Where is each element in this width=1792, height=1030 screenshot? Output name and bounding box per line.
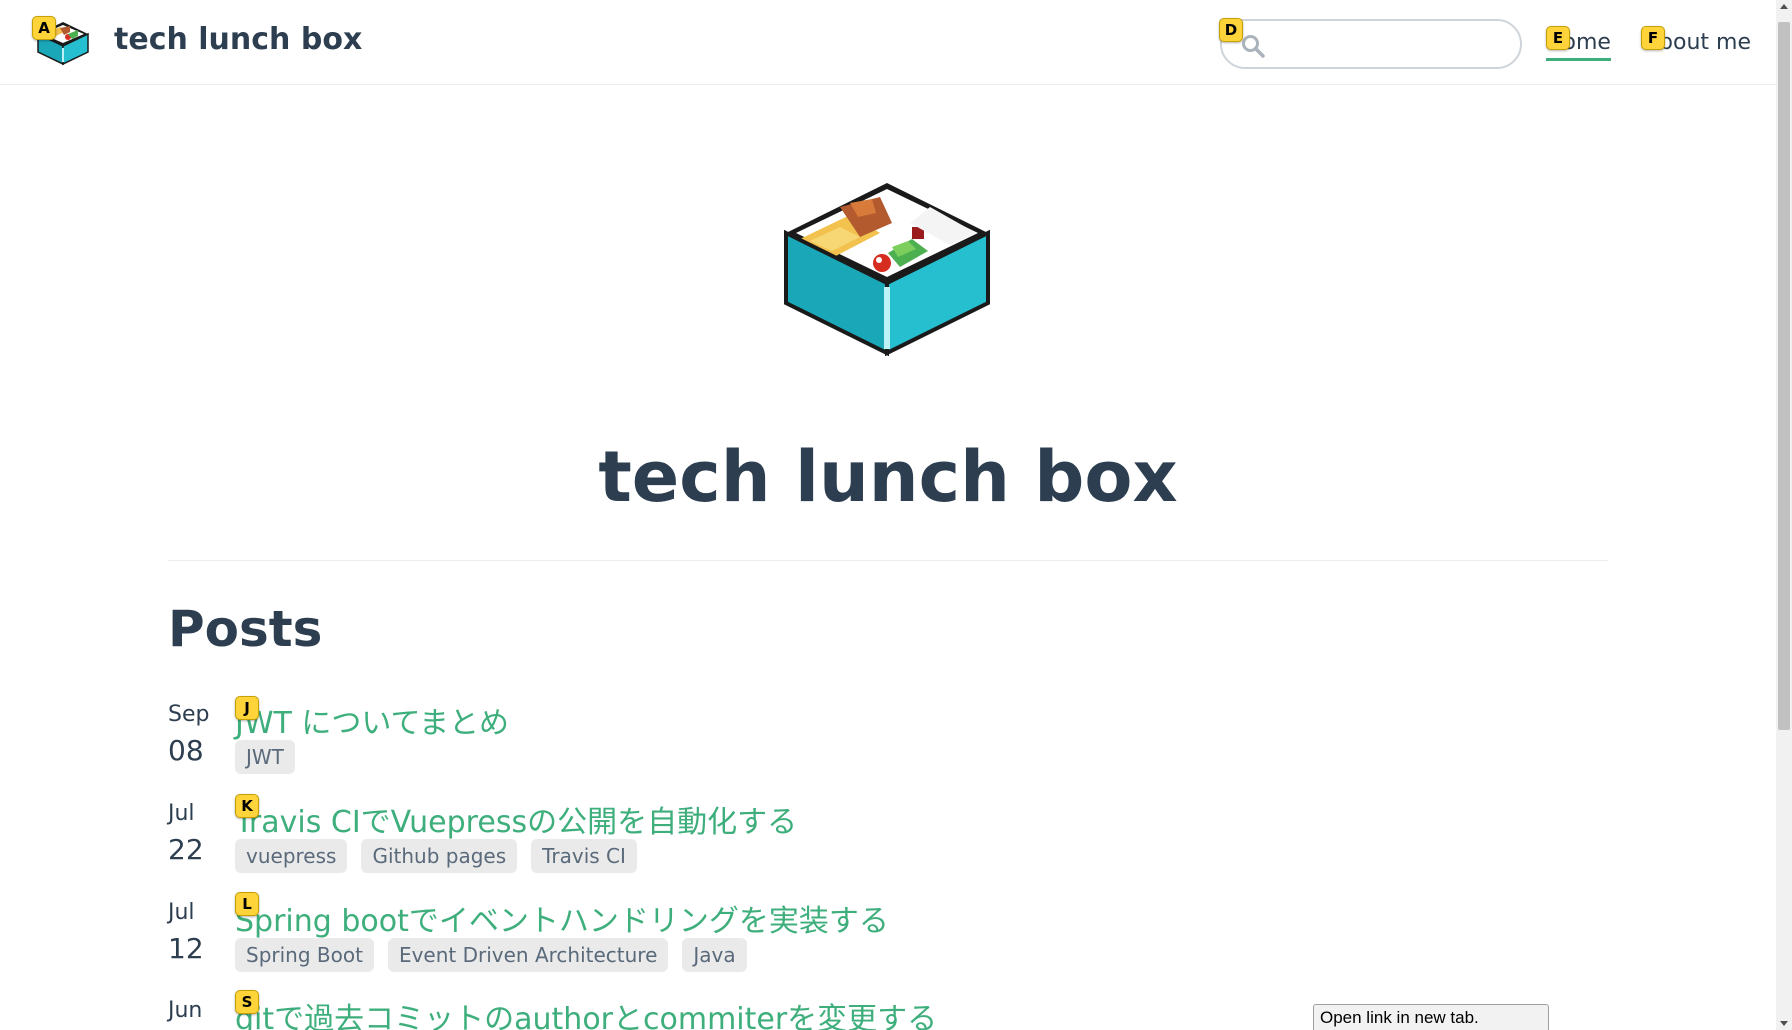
post-day: 08 bbox=[168, 734, 204, 767]
tag[interactable]: Travis CI bbox=[531, 839, 637, 873]
search-icon bbox=[1242, 35, 1265, 58]
navbar: A tech lunch box D Home E About me F bbox=[0, 0, 1776, 85]
hint-badge-home: E bbox=[1546, 26, 1570, 50]
post-day: 12 bbox=[168, 932, 204, 965]
post-tags: Spring Boot Event Driven Architecture Ja… bbox=[235, 938, 747, 972]
post-tags: JWT bbox=[235, 740, 295, 774]
post-item: Jul 12 Spring bootでイベントハンドリングを実装する Sprin… bbox=[168, 896, 1368, 988]
post-item: Sep 08 JWT についてまとめ JWT bbox=[168, 698, 1368, 790]
post-month: Jun bbox=[168, 998, 203, 1023]
post-title-link[interactable]: Spring bootでイベントハンドリングを実装する bbox=[235, 896, 889, 940]
post-tags: vuepress Github pages Travis CI bbox=[235, 839, 637, 873]
hint-badge-post-4: S bbox=[235, 990, 259, 1014]
scroll-down-arrow-icon[interactable] bbox=[1780, 1021, 1788, 1026]
tag[interactable]: vuepress bbox=[235, 839, 348, 873]
search-input[interactable] bbox=[1272, 27, 1507, 61]
tag[interactable]: JWT bbox=[235, 740, 295, 774]
post-title-link[interactable]: Travis CIでVuepressの公開を自動化する bbox=[235, 797, 797, 841]
post-month: Sep bbox=[168, 702, 210, 727]
post-month: Jul bbox=[168, 900, 195, 925]
hint-badge-post-2: K bbox=[235, 794, 259, 818]
post-title-link[interactable]: JWT についてまとめ bbox=[235, 698, 509, 742]
tag[interactable]: Spring Boot bbox=[235, 938, 374, 972]
link-hint-status-popup: Open link in new tab. bbox=[1313, 1004, 1549, 1030]
post-day: 22 bbox=[168, 833, 204, 866]
post-month: Jul bbox=[168, 801, 195, 826]
post-item: Jul 22 Travis CIでVuepressの公開を自動化する vuepr… bbox=[168, 797, 1368, 889]
post-title-link[interactable]: gitで過去コミットのauthorとcommiterを変更する bbox=[235, 994, 937, 1030]
hint-badge-about: F bbox=[1641, 26, 1665, 50]
search-box[interactable] bbox=[1220, 19, 1522, 69]
hint-badge-post-3: L bbox=[235, 892, 259, 916]
divider bbox=[168, 560, 1608, 561]
hint-badge-logo: A bbox=[32, 16, 56, 40]
hint-badge-search: D bbox=[1219, 18, 1243, 42]
bento-box-hero-image bbox=[784, 183, 990, 357]
tag[interactable]: Event Driven Architecture bbox=[387, 938, 669, 972]
tag[interactable]: Github pages bbox=[361, 839, 518, 873]
tag[interactable]: Java bbox=[682, 938, 747, 972]
hero-title: tech lunch box bbox=[598, 436, 1178, 518]
scrollbar-thumb[interactable] bbox=[1778, 22, 1790, 730]
hint-badge-post-1: J bbox=[235, 696, 259, 720]
post-item: Jun gitで過去コミットのauthorとcommiterを変更する bbox=[168, 994, 1368, 1030]
site-title-link[interactable]: tech lunch box bbox=[114, 22, 362, 57]
scroll-up-arrow-icon[interactable] bbox=[1780, 4, 1788, 9]
vertical-scrollbar[interactable] bbox=[1776, 0, 1792, 1030]
posts-heading: Posts bbox=[168, 600, 323, 658]
